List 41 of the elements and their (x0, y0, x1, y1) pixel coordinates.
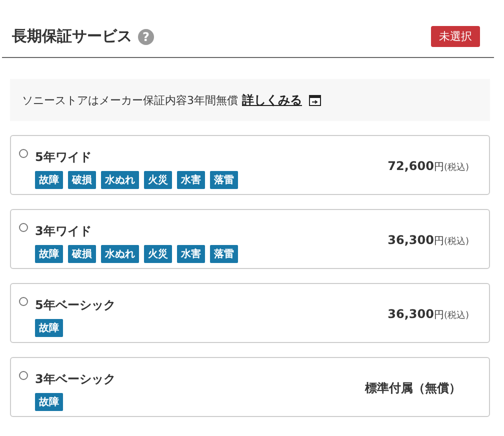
plan-card[interactable]: 3年ベーシック 故障 標準付属（無償） (10, 357, 490, 417)
coverage-tag: 水害 (177, 245, 205, 263)
coverage-tag: 落雷 (210, 245, 238, 263)
coverage-tag: 落雷 (210, 171, 238, 189)
plan-card[interactable]: 5年ベーシック 故障 36,300円(税込) (10, 283, 490, 343)
price-unit: 円 (434, 235, 444, 248)
status-badge: 未選択 (431, 26, 480, 47)
coverage-tag: 故障 (35, 171, 63, 189)
coverage-tag: 故障 (35, 319, 63, 337)
info-text: ソニーストアはメーカー保証内容3年間無償 (22, 92, 238, 108)
tax-note: (税込) (444, 236, 469, 248)
price-amount: 36,300 (388, 307, 434, 321)
tax-note: (税込) (444, 162, 469, 174)
plan-name: 5年ベーシック (35, 297, 116, 314)
price-amount: 72,600 (388, 159, 434, 173)
coverage-tag: 水ぬれ (101, 171, 139, 189)
tax-note: (税込) (444, 310, 469, 322)
details-link[interactable]: 詳しくみる (242, 92, 302, 108)
coverage-tag: 火災 (144, 171, 172, 189)
coverage-tag: 破損 (68, 171, 96, 189)
coverage-tag: 破損 (68, 245, 96, 263)
plan-name: 3年ベーシック (35, 371, 116, 388)
plan-name: 3年ワイド (35, 223, 92, 240)
price-note: 標準付属（無償） (365, 380, 461, 397)
coverage-tag: 火災 (144, 245, 172, 263)
radio-button[interactable] (19, 297, 28, 306)
price-amount: 36,300 (388, 233, 434, 247)
coverage-tag: 故障 (35, 393, 63, 411)
price-unit: 円 (434, 161, 444, 174)
radio-button[interactable] (19, 223, 28, 232)
coverage-tag: 故障 (35, 245, 63, 263)
section-title: 長期保証サービス (12, 27, 132, 46)
radio-button[interactable] (19, 371, 28, 380)
plan-card[interactable]: 3年ワイド 故障 破損 水ぬれ 火災 水害 落雷 36,300円(税込) (10, 209, 490, 269)
plan-name: 5年ワイド (35, 149, 92, 166)
external-window-icon (309, 94, 321, 106)
coverage-tag: 水ぬれ (101, 245, 139, 263)
radio-button[interactable] (19, 149, 28, 158)
price-unit: 円 (434, 309, 444, 322)
plan-card[interactable]: 5年ワイド 故障 破損 水ぬれ 火災 水害 落雷 72,600円(税込) (10, 135, 490, 195)
coverage-tag: 水害 (177, 171, 205, 189)
